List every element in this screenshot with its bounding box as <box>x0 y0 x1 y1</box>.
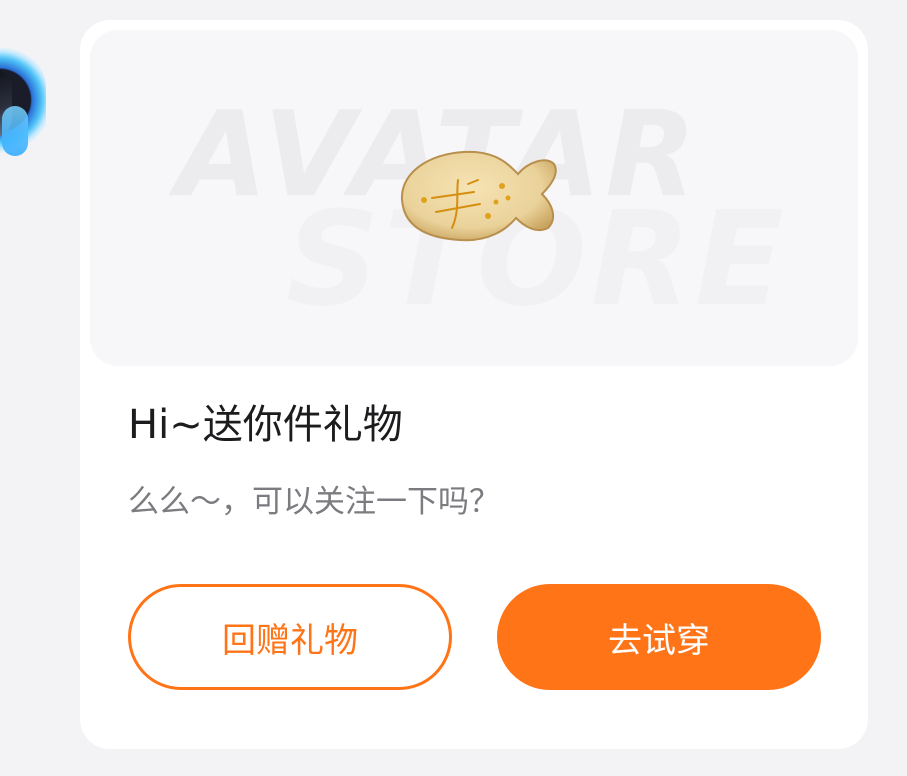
gift-title: Hi~送你件礼物 <box>128 402 403 448</box>
gift-message: 么么～，可以关注一下吗？ <box>128 484 500 520</box>
sender-avatar[interactable] <box>0 46 46 166</box>
fish-cookie-icon <box>400 150 557 242</box>
return-gift-button[interactable]: 回赠礼物 <box>128 584 452 690</box>
gift-banner: AVATAR STORE <box>90 30 858 366</box>
try-on-button[interactable]: 去试穿 <box>497 584 821 690</box>
gift-message-card: AVATAR STORE Hi~送你件礼物 么么～，可以关注一下吗？ 回赠礼物 … <box>80 20 868 749</box>
avatar-frame-glow <box>2 106 28 156</box>
